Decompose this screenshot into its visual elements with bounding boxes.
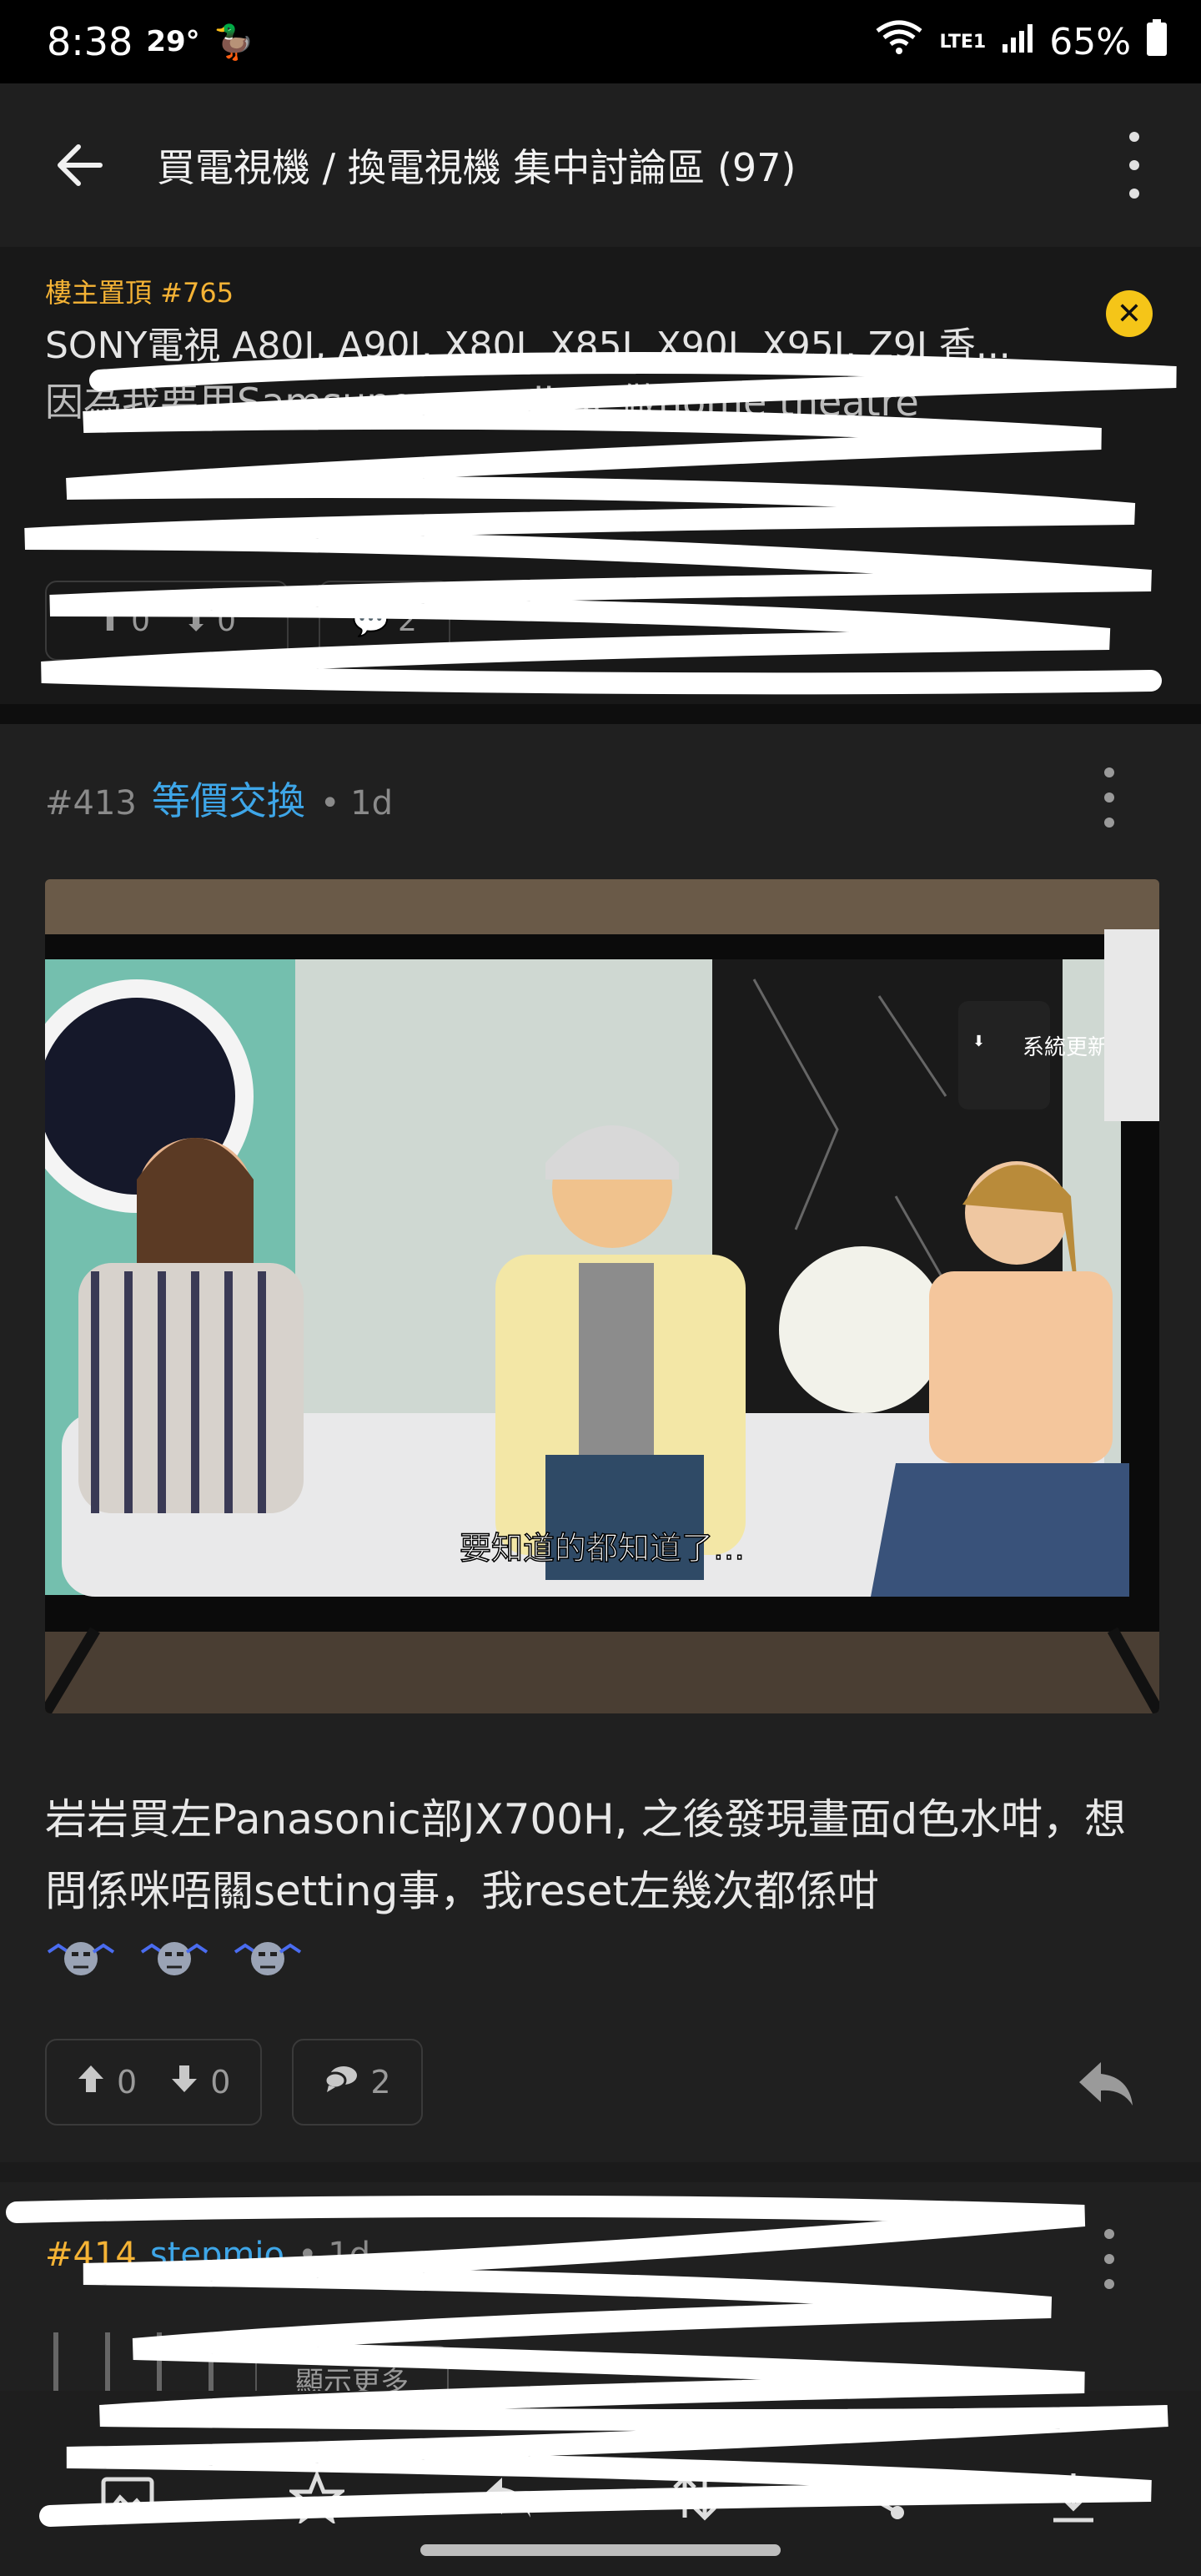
page-title: 買電視機 / 換電視機 集中討論區 (97) xyxy=(157,145,796,190)
post-meta: #414 stepmio • 1d xyxy=(45,2236,370,2274)
star-icon[interactable] xyxy=(285,2466,349,2529)
post-time: • 1d xyxy=(297,2236,371,2274)
vote-button[interactable]: 0 0 xyxy=(45,2039,263,2126)
section-divider xyxy=(0,704,1201,724)
upvote-icon: ⬆ xyxy=(97,603,123,638)
svg-text:⬇: ⬇ xyxy=(972,1033,985,1050)
status-bar: 8:38 29° 🦆 LTE1 65% xyxy=(0,0,1201,83)
post-menu-icon[interactable] xyxy=(1094,2229,1124,2289)
pinned-comment-button[interactable]: 💬 2 xyxy=(319,581,450,661)
image-caption: 要知道的都知道了… xyxy=(460,1530,745,1567)
comment-icon xyxy=(324,2064,359,2101)
image-icon[interactable] xyxy=(96,2466,159,2529)
pinned-post[interactable]: 樓主置頂 #765 SONY電視 A80J, A90J, X80J, X85J,… xyxy=(0,247,1201,704)
post-meta: #413 等價交換 • 1d xyxy=(45,771,393,826)
username[interactable]: stepmio xyxy=(150,2236,284,2274)
next-post: #414 stepmio • 1d 顯示更多 xyxy=(0,2182,1201,2412)
username[interactable]: 等價交換 xyxy=(152,771,305,826)
floor-number: #414 xyxy=(45,2236,137,2274)
pinned-body: 因為我要用Samsung soundbar 做home theatre xyxy=(45,380,919,425)
battery-text: 65% xyxy=(1049,20,1131,63)
reply-post: #413 等價交換 • 1d ⬇ 系統更新 要知道的都知道了… 岩岩買左Pana… xyxy=(0,724,1201,2162)
image-overlay-text: 系統更新 xyxy=(1023,1035,1109,1060)
floor-number: #413 xyxy=(45,784,137,823)
sort-icon[interactable] xyxy=(663,2466,726,2529)
post-time: • 1d xyxy=(319,784,394,823)
emoji-row xyxy=(45,1935,304,1980)
share-icon[interactable] xyxy=(852,2466,916,2529)
comment-icon: 💬 xyxy=(352,604,389,638)
upvote-count: 0 xyxy=(117,2064,138,2101)
battery-icon xyxy=(1146,18,1168,65)
post-menu-icon[interactable] xyxy=(1094,767,1124,828)
duck-icon: 🦆 xyxy=(213,23,255,62)
pinned-label: 樓主置頂 #765 xyxy=(45,277,234,309)
comment-count: 2 xyxy=(370,2064,391,2101)
upvote-icon[interactable] xyxy=(77,2064,105,2101)
overflow-menu-icon[interactable] xyxy=(1118,132,1151,199)
reply-icon[interactable] xyxy=(475,2466,538,2529)
pinned-vote-button[interactable]: ⬆ 0 ⬇ 0 xyxy=(45,581,289,661)
comment-button[interactable]: 2 xyxy=(292,2039,423,2126)
app-bar: 買電視機 / 換電視機 集中討論區 (97) xyxy=(0,83,1201,247)
pinned-title[interactable]: SONY電視 A80J, A90J, X80J, X85J, X90J, X95… xyxy=(45,315,1063,369)
sad-face-icon xyxy=(45,1935,117,1980)
close-icon[interactable]: ✕ xyxy=(1106,290,1153,337)
quote-bars xyxy=(53,2332,214,2399)
downvote-icon: ⬇ xyxy=(183,603,209,638)
download-icon[interactable] xyxy=(1042,2466,1105,2529)
sad-face-icon xyxy=(232,1935,304,1980)
back-arrow-icon[interactable] xyxy=(50,135,110,195)
sad-face-icon xyxy=(138,1935,210,1980)
downvote-icon[interactable] xyxy=(170,2064,198,2101)
signal-icon xyxy=(1001,21,1034,63)
network-label: LTE1 xyxy=(939,31,987,53)
temperature: 29° xyxy=(146,25,200,58)
clock: 8:38 xyxy=(47,19,133,64)
home-indicator[interactable] xyxy=(420,2544,781,2556)
wifi-icon xyxy=(874,19,924,65)
post-content: 岩岩買左Panasonic部JX700H, 之後發現畫面d色水咁，想問係咪唔關s… xyxy=(45,1795,1127,1915)
post-actions: 0 0 2 xyxy=(45,2039,423,2126)
post-image[interactable]: ⬇ 系統更新 要知道的都知道了… xyxy=(45,879,1159,1713)
reply-icon[interactable] xyxy=(1076,2059,1136,2109)
downvote-count: 0 xyxy=(210,2064,231,2101)
